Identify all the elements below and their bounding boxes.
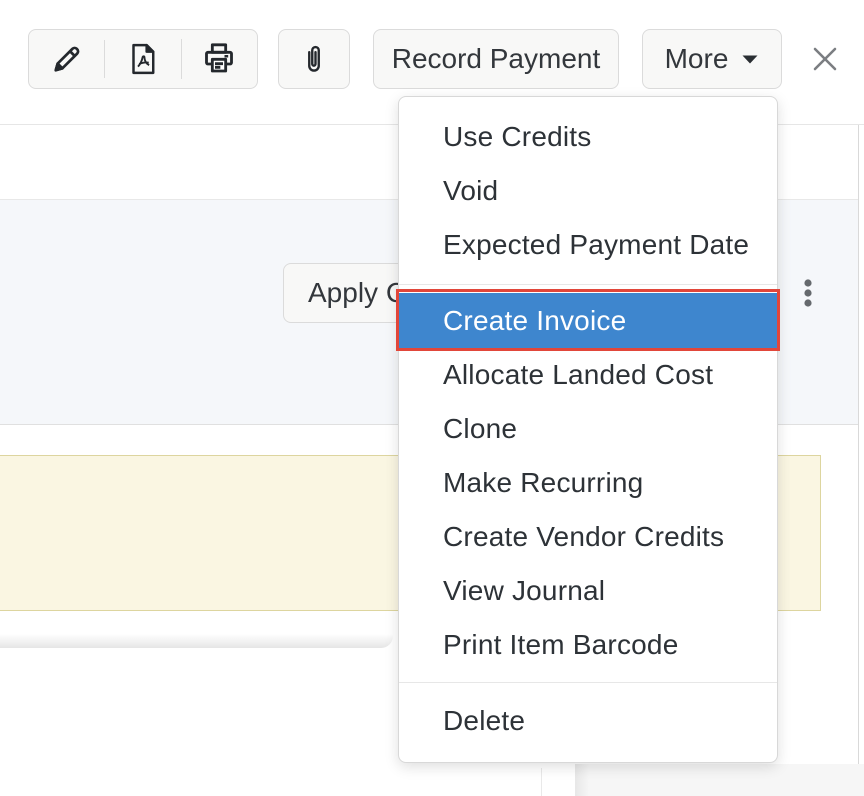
icon-button-group: [28, 29, 258, 89]
menu-item-print-item-barcode[interactable]: Print Item Barcode: [399, 618, 777, 672]
print-button[interactable]: [181, 39, 257, 79]
menu-item-delete[interactable]: Delete: [399, 694, 777, 748]
menu-divider: [399, 682, 777, 683]
lower-section-edge: [575, 764, 864, 796]
content-right-border: [858, 124, 859, 764]
close-button[interactable]: [804, 38, 846, 80]
menu-item-clone[interactable]: Clone: [399, 402, 777, 456]
menu-item-use-credits[interactable]: Use Credits: [399, 110, 777, 164]
apply-credits-label: Apply C: [308, 277, 406, 309]
menu-item-expected-payment-date[interactable]: Expected Payment Date: [399, 218, 777, 272]
printer-icon: [199, 39, 239, 79]
column-divider: [541, 768, 542, 796]
export-pdf-button[interactable]: [104, 40, 180, 78]
more-label: More: [665, 43, 729, 75]
record-payment-button[interactable]: Record Payment: [373, 29, 619, 89]
pencil-icon: [48, 40, 86, 78]
edit-button[interactable]: [29, 40, 104, 78]
section-shadow: [0, 634, 393, 648]
more-button[interactable]: More: [642, 29, 782, 89]
record-payment-label: Record Payment: [392, 43, 601, 75]
kebab-menu-icon[interactable]: [800, 276, 816, 312]
attachments-button[interactable]: [278, 29, 350, 89]
close-x-icon: [806, 40, 844, 78]
menu-item-create-invoice[interactable]: Create Invoice: [399, 293, 777, 348]
menu-item-make-recurring[interactable]: Make Recurring: [399, 456, 777, 510]
menu-item-allocate-landed-cost[interactable]: Allocate Landed Cost: [399, 348, 777, 402]
pdf-file-icon: [125, 40, 161, 78]
menu-divider: [399, 284, 777, 285]
more-dropdown-menu: Use Credits Void Expected Payment Date C…: [398, 96, 778, 763]
paperclip-icon: [299, 40, 329, 78]
menu-item-view-journal[interactable]: View Journal: [399, 564, 777, 618]
bill-details-screen: Record Payment More Apply C Use Credits …: [0, 0, 864, 796]
menu-item-void[interactable]: Void: [399, 164, 777, 218]
menu-item-create-vendor-credits[interactable]: Create Vendor Credits: [399, 510, 777, 564]
chevron-down-icon: [741, 54, 759, 65]
